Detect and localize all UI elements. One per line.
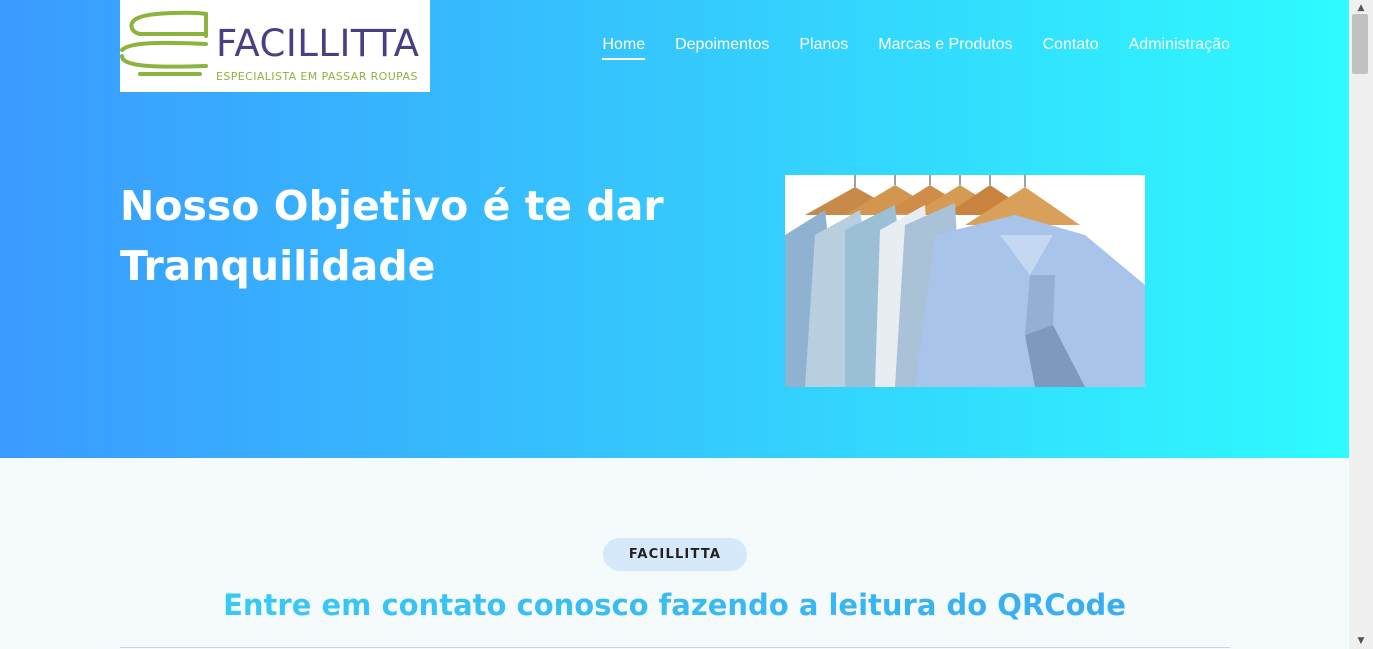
logo[interactable]: FACILLITTA ESPECIALISTA EM PASSAR ROUPAS (120, 0, 430, 92)
nav-planos[interactable]: Planos (799, 34, 848, 60)
hero-section: FACILLITTA ESPECIALISTA EM PASSAR ROUPAS… (0, 0, 1349, 458)
scroll-thumb[interactable] (1352, 14, 1368, 74)
nav-depoimentos[interactable]: Depoimentos (675, 34, 769, 60)
contact-section: FACILLITTA Entre em contato conosco faze… (0, 458, 1349, 649)
iron-icon (120, 10, 208, 76)
shirts-on-hangers-image (785, 175, 1145, 387)
nav-home[interactable]: Home (602, 34, 646, 60)
page: FACILLITTA ESPECIALISTA EM PASSAR ROUPAS… (0, 0, 1349, 649)
hero-title: Nosso Objetivo é te dar Tranquilidade (120, 176, 680, 296)
hero-title-line1: Nosso Objetivo é te dar (120, 182, 664, 230)
vertical-scrollbar[interactable]: ▲ ▼ (1349, 0, 1373, 649)
scroll-down-icon[interactable]: ▼ (1349, 633, 1373, 649)
nav-administracao[interactable]: Administração (1129, 34, 1230, 60)
logo-name: FACILLITTA (216, 22, 420, 65)
main-nav: Home Depoimentos Planos Marcas e Produto… (602, 34, 1230, 60)
nav-marcas-e-produtos[interactable]: Marcas e Produtos (878, 34, 1012, 60)
hero-image (785, 175, 1145, 387)
divider (120, 647, 1230, 648)
section-title: Entre em contato conosco fazendo a leitu… (0, 588, 1349, 622)
section-badge: FACILLITTA (603, 538, 747, 571)
nav-contato[interactable]: Contato (1043, 34, 1099, 60)
logo-tagline: ESPECIALISTA EM PASSAR ROUPAS (216, 70, 418, 83)
hero-title-line2: Tranquilidade (120, 242, 436, 290)
